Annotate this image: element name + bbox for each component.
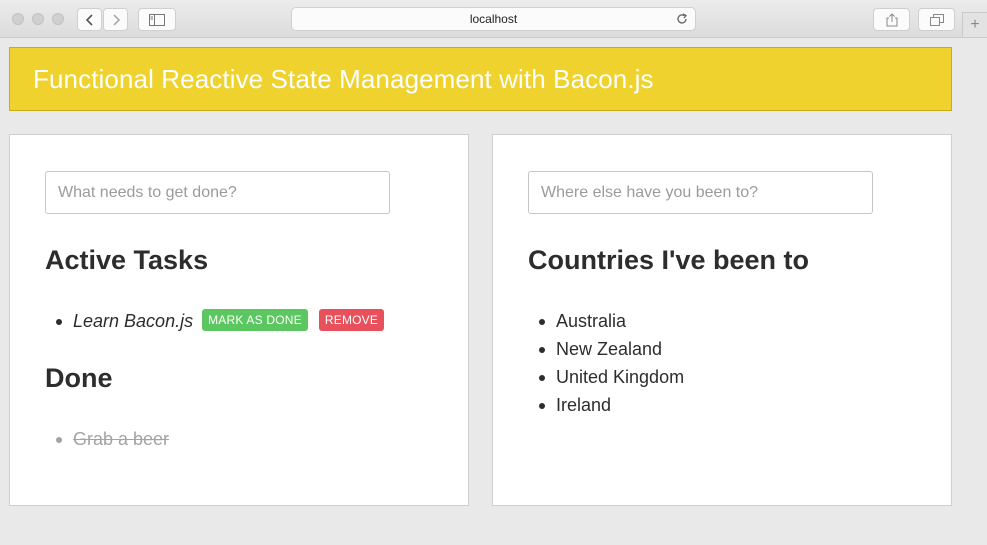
chevron-left-icon (85, 13, 93, 26)
tabs-overview-button[interactable] (918, 8, 955, 31)
country-item: Australia (538, 307, 684, 335)
close-window-button[interactable] (12, 13, 24, 25)
url-text: localhost (469, 12, 518, 26)
sidebar-toggle-button[interactable] (138, 8, 176, 31)
share-icon (886, 12, 897, 26)
back-button[interactable] (77, 8, 102, 31)
country-list: Australia New Zealand United Kingdom Ire… (538, 307, 684, 419)
tabs-icon (929, 13, 944, 26)
reload-icon[interactable] (675, 12, 689, 26)
done-task-item: Grab a beer (55, 425, 169, 453)
share-button[interactable] (873, 8, 910, 31)
done-task-list: Grab a beer (55, 425, 169, 453)
countries-card: Countries I've been to Australia New Zea… (492, 134, 952, 506)
active-tasks-heading: Active Tasks (45, 245, 209, 275)
country-item: United Kingdom (538, 363, 684, 391)
todo-card: Active Tasks Learn Bacon.js MARK AS DONE… (9, 134, 469, 506)
minimize-window-button[interactable] (32, 13, 44, 25)
todo-input[interactable] (45, 171, 390, 214)
page-header: Functional Reactive State Management wit… (9, 47, 952, 111)
sidebar-icon (149, 13, 165, 26)
browser-toolbar: localhost + (0, 0, 987, 38)
new-tab-button[interactable]: + (962, 12, 987, 38)
countries-heading: Countries I've been to (528, 245, 809, 275)
zoom-window-button[interactable] (52, 13, 64, 25)
page-title: Functional Reactive State Management wit… (33, 64, 654, 94)
address-bar[interactable]: localhost (291, 7, 696, 31)
chevron-right-icon (112, 13, 120, 26)
mark-as-done-button[interactable]: MARK AS DONE (202, 309, 308, 332)
forward-button[interactable] (103, 8, 128, 31)
remove-button[interactable]: REMOVE (318, 309, 385, 332)
done-heading: Done (45, 363, 113, 393)
country-item: New Zealand (538, 335, 684, 363)
plus-icon: + (970, 16, 980, 33)
task-text: Learn Bacon.js (73, 311, 194, 331)
country-input[interactable] (528, 171, 873, 214)
active-task-list: Learn Bacon.js MARK AS DONE REMOVE (55, 307, 385, 335)
country-item: Ireland (538, 391, 684, 419)
active-task-item: Learn Bacon.js MARK AS DONE REMOVE (55, 307, 385, 335)
